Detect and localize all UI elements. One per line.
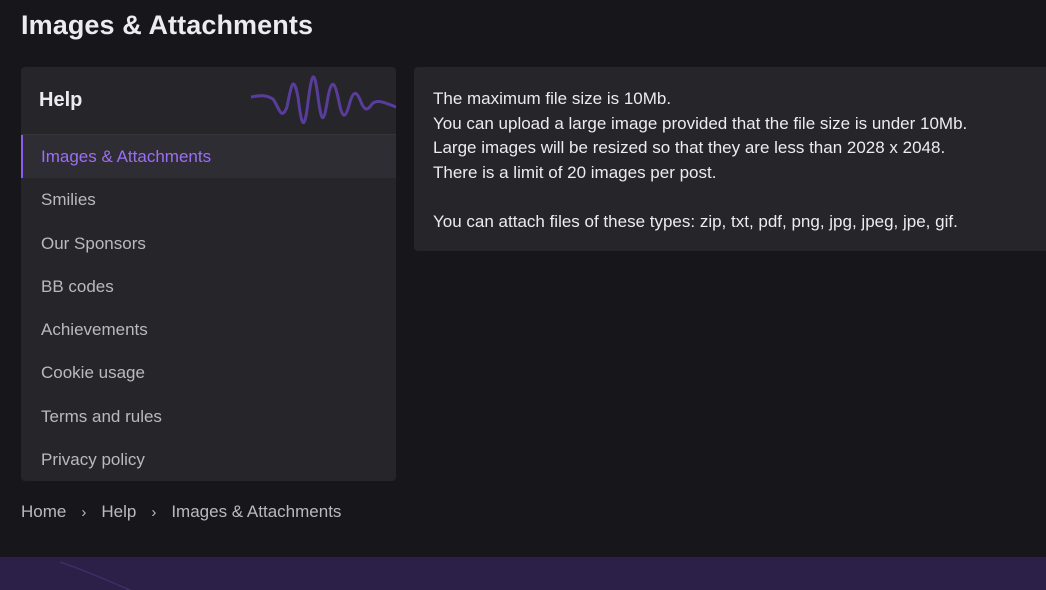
- chevron-right-icon: ›: [151, 503, 157, 521]
- breadcrumb-home-link[interactable]: Home: [21, 502, 66, 522]
- sidebar-item-smilies[interactable]: Smilies: [21, 178, 396, 221]
- chevron-right-icon: ›: [81, 503, 87, 521]
- sidebar-item-terms-and-rules[interactable]: Terms and rules: [21, 395, 396, 438]
- page-footer: [0, 557, 1046, 590]
- sidebar-item-cookie-usage[interactable]: Cookie usage: [21, 351, 396, 394]
- wave-decoration-icon: [251, 75, 396, 125]
- help-sidebar: Help Images & Attachments Smilies Our Sp…: [21, 67, 396, 481]
- sidebar-item-privacy-policy[interactable]: Privacy policy: [21, 438, 396, 481]
- help-content-panel: The maximum file size is 10Mb. You can u…: [414, 67, 1046, 251]
- content-line: You can upload a large image provided th…: [433, 113, 968, 133]
- content-line: You can attach files of these types: zip…: [433, 211, 958, 231]
- sidebar-item-achievements[interactable]: Achievements: [21, 308, 396, 351]
- footer-decoration-icon: [59, 561, 131, 590]
- sidebar-title: Help: [39, 89, 83, 111]
- content-line: There is a limit of 20 images per post.: [433, 162, 717, 182]
- page-title: Images & Attachments: [21, 10, 314, 40]
- breadcrumb-current-link[interactable]: Images & Attachments: [171, 502, 341, 522]
- content-line: Large images will be resized so that the…: [433, 138, 946, 157]
- breadcrumb: Home › Help › Images & Attachments: [21, 502, 341, 522]
- sidebar-header: Help: [21, 67, 396, 135]
- content-line: The maximum file size is 10Mb.: [433, 89, 672, 108]
- sidebar-item-our-sponsors[interactable]: Our Sponsors: [21, 222, 396, 265]
- sidebar-item-bb-codes[interactable]: BB codes: [21, 265, 396, 308]
- sidebar-item-images-attachments[interactable]: Images & Attachments: [21, 135, 396, 179]
- help-nav: Images & Attachments Smilies Our Sponsor…: [21, 135, 396, 481]
- breadcrumb-help-link[interactable]: Help: [101, 502, 136, 522]
